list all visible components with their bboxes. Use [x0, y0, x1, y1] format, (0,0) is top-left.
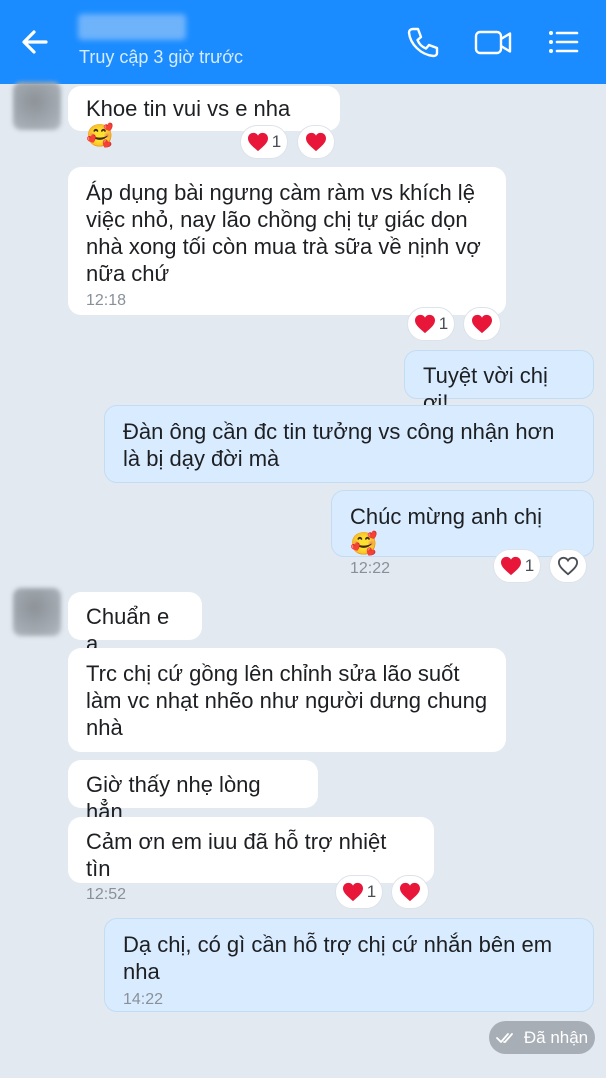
message-time: 14:22 [123, 991, 164, 1008]
chat-header: Truy cập 3 giờ trước [0, 0, 606, 84]
heart-icon [306, 132, 326, 152]
message-time: 12:22 [350, 560, 391, 577]
last-seen-status: Truy cập 3 giờ trước [79, 47, 244, 67]
message-text: Đàn ông cần đc tin tưởng vs công nhận hơ… [123, 419, 555, 471]
contact-name-redacted[interactable] [78, 14, 186, 40]
reaction-count: 1 [366, 882, 377, 901]
message-text: Chúc mừng anh chị 🥰 [350, 504, 543, 556]
heart-outline-icon [557, 556, 579, 576]
back-button[interactable] [14, 22, 58, 62]
reaction-count: 1 [271, 132, 282, 151]
react-button[interactable] [463, 307, 501, 341]
message-text: Trc chị cứ gồng lên chỉnh sửa lão suốt l… [86, 661, 488, 740]
message-bubble-incoming[interactable]: Cảm ơn em iuu đã hỗ trợ nhiệt tìn 12:52 [68, 817, 434, 903]
avatar[interactable] [13, 82, 61, 130]
reaction-count: 1 [438, 314, 449, 333]
delivery-status-label: Đã nhận [523, 1027, 589, 1047]
reaction-summary[interactable]: 1 [335, 875, 383, 909]
delivery-status-badge: Đã nhận [489, 1021, 595, 1054]
message-bubble-outgoing[interactable]: Chúc mừng anh chị 🥰 12:22 [331, 490, 594, 577]
message-bubble-incoming[interactable]: Giờ thấy nhẹ lòng hẳn [68, 760, 318, 824]
reaction-count: 1 [524, 556, 535, 575]
react-button[interactable] [297, 125, 335, 159]
video-call-icon [474, 30, 512, 55]
message-bubble-outgoing[interactable]: Tuyệt vời chị ơi! [404, 350, 594, 415]
menu-list-icon [549, 31, 579, 53]
react-button[interactable] [549, 549, 587, 583]
heart-icon [247, 132, 268, 152]
message-bubble-incoming[interactable]: Chuẩn e ạ [68, 592, 202, 656]
reaction-summary[interactable]: 1 [493, 549, 541, 583]
heart-icon [342, 882, 363, 902]
video-call-button[interactable] [471, 20, 515, 64]
message-bubble-outgoing[interactable]: Đàn ông cần đc tin tưởng vs công nhận hơ… [104, 405, 594, 483]
avatar[interactable] [13, 588, 61, 636]
react-button[interactable] [391, 875, 429, 909]
chat-menu-button[interactable] [541, 20, 585, 64]
double-check-icon [495, 1032, 513, 1043]
reaction-summary[interactable]: 1 [407, 307, 455, 341]
heart-icon [400, 882, 420, 902]
message-bubble-incoming[interactable]: Khoe tin vui vs e nha 🥰 [68, 86, 340, 148]
phone-icon [407, 27, 439, 58]
back-arrow-icon [22, 30, 48, 54]
reaction-summary[interactable]: 1 [240, 125, 288, 159]
message-text: Dạ chị, có gì cần hỗ trợ chị cứ nhắn bên… [123, 932, 553, 984]
voice-call-button[interactable] [400, 20, 444, 64]
message-bubble-incoming[interactable]: Trc chị cứ gồng lên chỉnh sửa lão suốt l… [68, 648, 506, 752]
message-bubble-incoming[interactable]: Áp dụng bài ngưng càm ràm vs khích lệ vi… [68, 167, 506, 315]
heart-icon [414, 314, 435, 334]
message-bubble-outgoing[interactable]: Dạ chị, có gì cần hỗ trợ chị cứ nhắn bên… [104, 918, 594, 1012]
heart-icon [472, 314, 492, 334]
message-text: Áp dụng bài ngưng càm ràm vs khích lệ vi… [86, 180, 481, 286]
heart-icon [500, 556, 521, 576]
message-text: Cảm ơn em iuu đã hỗ trợ nhiệt tìn [86, 829, 387, 881]
